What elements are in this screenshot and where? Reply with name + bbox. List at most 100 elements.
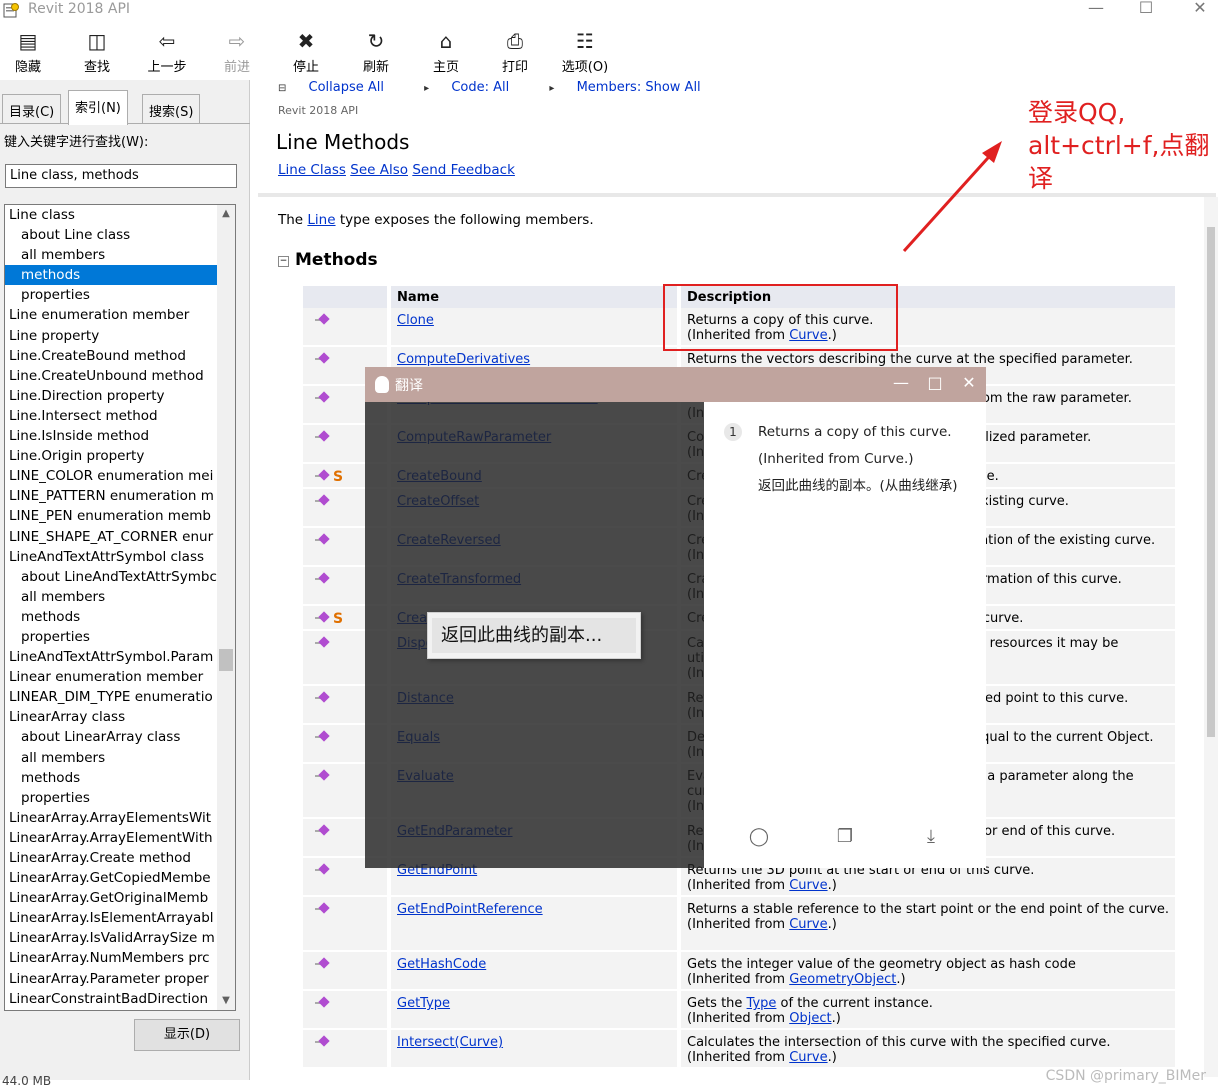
display-button[interactable]: 显示(D) — [134, 1019, 240, 1051]
method-description-cell: Returns a stable reference to the start … — [677, 897, 1175, 952]
base-class-link[interactable]: Curve — [789, 878, 827, 893]
static-method-icon: S — [333, 469, 344, 485]
print-button[interactable]: ⎙ 打印 — [489, 28, 541, 75]
index-list-item[interactable]: LINE_SHAPE_AT_CORNER enur — [5, 527, 217, 547]
keyword-input[interactable]: Line class, methods — [5, 164, 237, 188]
popup-minimize-icon[interactable]: — — [891, 373, 911, 392]
translate-icon[interactable]: ◯ — [746, 824, 772, 850]
method-link[interactable]: GetEndPointReference — [397, 902, 543, 917]
tab-search[interactable]: 搜索(S) — [142, 94, 201, 124]
tab-index[interactable]: 索引(N) — [68, 90, 128, 125]
index-list-item[interactable]: LinearArray.NumMembers prc — [5, 948, 217, 968]
options-button[interactable]: ☷ 选项(O) — [559, 28, 611, 75]
index-list-item[interactable]: LineAndTextAttrSymbol.Param — [5, 647, 217, 667]
index-list-item[interactable]: methods — [5, 265, 217, 286]
intro-text: The Line type exposes the following memb… — [278, 212, 594, 228]
scroll-thumb[interactable] — [219, 649, 233, 671]
index-list[interactable]: Line class about Line class all members met… — [4, 204, 236, 1011]
close-button[interactable]: ✕ — [1180, 0, 1218, 22]
method-description-cell: Gets the Type of the current instance. (I… — [677, 991, 1175, 1030]
base-class-link[interactable]: Curve — [789, 917, 827, 932]
index-list-item[interactable]: about LineAndTextAttrSymbc — [5, 567, 217, 587]
base-class-link[interactable]: GeometryObject — [789, 972, 896, 987]
content-scrollbar[interactable] — [1204, 197, 1218, 1077]
index-list-item[interactable]: about Line class — [5, 225, 217, 245]
method-link[interactable]: Intersect(Curve) — [397, 1035, 503, 1050]
index-list-item[interactable]: LinearArray.IsElementArrayabl — [5, 908, 217, 928]
index-list-item[interactable]: LinearArray.ArrayElementsWit — [5, 808, 217, 828]
send-feedback-link[interactable]: Send Feedback — [412, 162, 515, 178]
popup-maximize-icon[interactable]: □ — [925, 373, 945, 392]
index-list-item[interactable]: LINE_PATTERN enumeration m — [5, 486, 217, 506]
method-link[interactable]: Clone — [397, 313, 434, 328]
index-list-item[interactable]: all members — [5, 748, 217, 768]
refresh-button[interactable]: ↻ 刷新 — [350, 28, 402, 75]
public-method-icon — [315, 535, 329, 545]
forward-button[interactable]: ⇨ 前进 — [211, 28, 263, 75]
index-list-item[interactable]: Line enumeration member — [5, 305, 217, 325]
index-list-item[interactable]: Line.CreateUnbound method — [5, 366, 217, 386]
index-list-item[interactable]: LinearConstraintBadDirection — [5, 989, 217, 1009]
line-class-link[interactable]: Line Class — [278, 162, 346, 178]
base-class-link[interactable]: Curve — [789, 1050, 827, 1065]
home-button[interactable]: ⌂ 主页 — [420, 28, 472, 75]
hide-button[interactable]: ▤ 隐藏 — [2, 28, 54, 75]
maximize-button[interactable]: ☐ — [1126, 0, 1166, 22]
index-list-item[interactable]: properties — [5, 285, 217, 305]
members-filter-link[interactable]: ▸ Members: Show All — [549, 80, 718, 95]
minimize-button[interactable]: — — [1076, 0, 1116, 22]
context-menu-item[interactable]: 返回此曲线的副本... — [432, 618, 636, 653]
back-button[interactable]: ⇦ 上一步 — [141, 28, 193, 75]
code-filter-link[interactable]: ▸ Code: All — [424, 80, 527, 95]
index-list-item[interactable]: all members — [5, 245, 217, 265]
scroll-thumb[interactable] — [1207, 227, 1215, 737]
index-list-item[interactable]: Line.Origin property — [5, 446, 217, 466]
index-list-item[interactable]: Linear enumeration member — [5, 667, 217, 687]
method-name-cell: GetType — [387, 991, 677, 1030]
index-list-item[interactable]: LinearArray.GetOriginalMemb — [5, 888, 217, 908]
inherited-suffix: .) — [827, 917, 837, 932]
index-list-item[interactable]: methods — [5, 768, 217, 788]
see-also-link[interactable]: See Also — [350, 162, 408, 178]
stop-button[interactable]: ✖ 停止 — [280, 28, 332, 75]
scroll-up-icon[interactable]: ▲ — [217, 205, 235, 223]
index-list-item[interactable]: LinearArray class — [5, 707, 217, 727]
index-list-item[interactable]: properties — [5, 788, 217, 808]
inherited-suffix: .) — [827, 878, 837, 893]
index-list-item[interactable]: Line.IsInside method — [5, 426, 217, 446]
index-list-item[interactable]: LINE_PEN enumeration memb — [5, 506, 217, 526]
index-list-item[interactable]: all members — [5, 587, 217, 607]
methods-section-header[interactable]: − Methods — [278, 250, 378, 270]
index-list-item[interactable]: methods — [5, 607, 217, 627]
index-list-item[interactable]: LinearArray.Create method — [5, 848, 217, 868]
index-list-item[interactable]: LinearArray.Parameter proper — [5, 969, 217, 989]
type-link[interactable]: Type — [747, 996, 777, 1011]
index-list-item[interactable]: LinearArray.ArrayElementWith — [5, 828, 217, 848]
locate-button[interactable]: ◫ 查找 — [71, 28, 123, 75]
index-list-item[interactable]: about LinearArray class — [5, 727, 217, 747]
copy-icon[interactable]: ❐ — [832, 824, 858, 850]
collapse-all-link[interactable]: ⊟ Collapse All — [278, 80, 402, 95]
index-list-item[interactable]: LinearArray.IsValidArraySize m — [5, 928, 217, 948]
index-list-item[interactable]: LINE_COLOR enumeration mei — [5, 466, 217, 486]
base-class-link[interactable]: Object — [789, 1011, 831, 1026]
method-link[interactable]: GetHashCode — [397, 957, 486, 972]
method-link[interactable]: GetType — [397, 996, 450, 1011]
scroll-down-icon[interactable]: ▼ — [217, 992, 235, 1010]
index-list-item[interactable]: LinearArray.GetCopiedMembe — [5, 868, 217, 888]
popup-close-icon[interactable]: ✕ — [959, 373, 979, 392]
index-list-item[interactable]: Line.Direction property — [5, 386, 217, 406]
index-list-item[interactable]: Line.Intersect method — [5, 406, 217, 426]
download-icon[interactable]: ⤓ — [918, 824, 944, 850]
line-type-link[interactable]: Line — [307, 212, 335, 228]
method-link[interactable]: ComputeDerivatives — [397, 352, 530, 367]
index-list-item[interactable]: properties — [5, 627, 217, 647]
index-list-item[interactable]: Line property — [5, 326, 217, 346]
tab-contents[interactable]: 目录(C) — [2, 94, 62, 124]
index-list-item[interactable]: Line class — [5, 205, 217, 225]
public-method-icon — [315, 393, 329, 403]
index-list-item[interactable]: LINEAR_DIM_TYPE enumeratio — [5, 687, 217, 707]
index-list-item[interactable]: LineAndTextAttrSymbol class — [5, 547, 217, 567]
index-scrollbar[interactable]: ▲ ▼ — [217, 205, 235, 1010]
index-list-item[interactable]: Line.CreateBound method — [5, 346, 217, 366]
